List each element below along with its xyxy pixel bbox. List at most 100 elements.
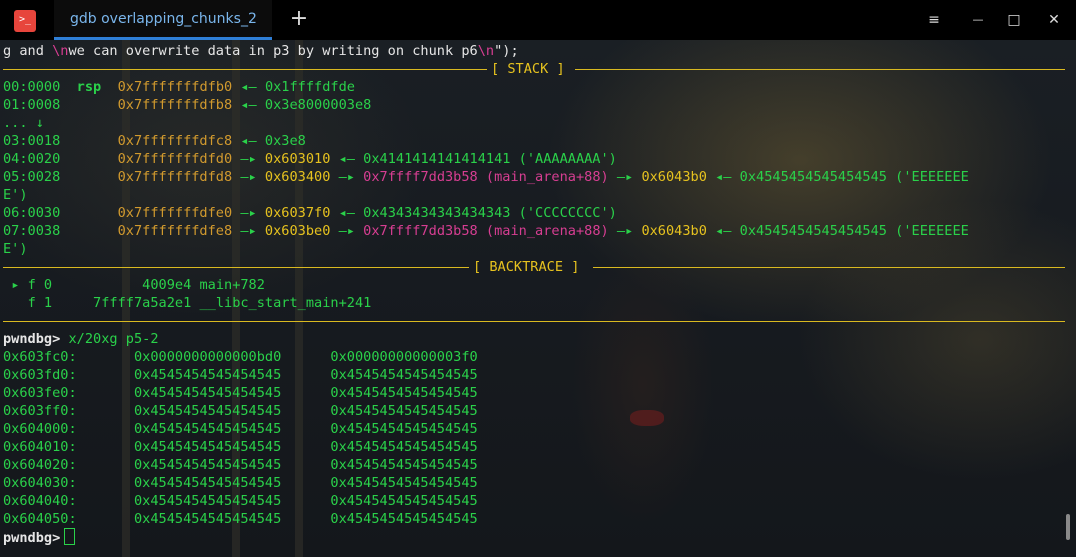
memory-qword: 0x4545454545454545 bbox=[330, 367, 478, 383]
memory-qword: 0x0000000000000bd0 bbox=[133, 349, 282, 365]
arrow-icon: ◂— bbox=[240, 133, 257, 149]
stack-address: 0x7fffffffdfc8 bbox=[117, 133, 233, 149]
source-text: we can overwrite data in p3 by writing o… bbox=[68, 43, 478, 59]
memory-qword: 0x4545454545454545 bbox=[330, 439, 478, 455]
active-tab-indicator bbox=[54, 37, 272, 40]
libc-pointer: 0x7ffff7dd3b58 bbox=[363, 169, 478, 185]
stack-index: 05:0028 bbox=[3, 169, 61, 185]
stack-row: 05:0028 0x7fffffffdfd8 —▸ 0x603400 —▸ 0x… bbox=[3, 168, 969, 186]
memory-address: 0x603fe0: bbox=[3, 385, 77, 401]
symbol-name: (main_arena+88) bbox=[485, 223, 609, 239]
memory-address: 0x603fd0: bbox=[3, 367, 77, 383]
stack-index: 01:0008 bbox=[3, 97, 61, 113]
memory-address: 0x604030: bbox=[3, 475, 77, 491]
stack-address: 0x7fffffffdfe8 bbox=[117, 223, 233, 239]
escape-sequence: \n bbox=[52, 43, 69, 59]
pwndbg-prompt: pwndbg> bbox=[3, 530, 61, 546]
arrow-icon: —▸ bbox=[240, 205, 257, 221]
backtrace-header: [ BACKTRACE ] bbox=[473, 259, 580, 275]
memory-qword: 0x4545454545454545 bbox=[133, 403, 282, 419]
stack-value: 0x4141414141414141 ('AAAAAAAA') bbox=[363, 151, 617, 167]
memory-qword: 0x4545454545454545 bbox=[330, 457, 478, 473]
source-text: g and bbox=[3, 43, 53, 59]
frame-address: 7ffff7a5a2e1 bbox=[93, 295, 192, 311]
memory-qword: 0x4545454545454545 bbox=[330, 475, 478, 491]
escape-sequence: \n bbox=[477, 43, 495, 59]
source-line: g and \nwe can overwrite data in p3 by w… bbox=[3, 42, 519, 60]
context-end-rule bbox=[3, 321, 1065, 322]
arrow-icon: —▸ bbox=[338, 223, 355, 239]
stack-value: 0x4343434343434343 ('CCCCCCCC') bbox=[363, 205, 617, 221]
arrow-icon: ◂— bbox=[338, 205, 355, 221]
heap-pointer: 0x603010 bbox=[264, 151, 331, 167]
memory-qword: 0x4545454545454545 bbox=[133, 475, 282, 491]
memory-qword: 0x4545454545454545 bbox=[133, 367, 282, 383]
heap-pointer: 0x603be0 bbox=[264, 223, 331, 239]
libc-pointer: 0x7ffff7dd3b58 bbox=[363, 223, 478, 239]
tab-gdb-overlapping-chunks[interactable]: gdb overlapping_chunks_2 bbox=[54, 0, 272, 40]
frame-symbol: main+782 bbox=[199, 277, 265, 293]
new-tab-button[interactable]: + bbox=[289, 8, 309, 32]
memory-row: 0x604000: 0x4545454545454545 0x454545454… bbox=[3, 420, 478, 438]
memory-address: 0x603fc0: bbox=[3, 349, 77, 365]
stack-value: 0x1ffffdfde bbox=[264, 79, 355, 95]
heap-pointer: 0x603400 bbox=[264, 169, 331, 185]
menu-button[interactable]: ≡ bbox=[924, 10, 944, 30]
frame-label: f 1 bbox=[27, 295, 53, 311]
frame-label: f 0 bbox=[27, 277, 53, 293]
memory-row: 0x604040: 0x4545454545454545 0x454545454… bbox=[3, 492, 478, 510]
stack-row: 00:0000 rsp 0x7fffffffdfb0 ◂— 0x1ffffdfd… bbox=[3, 78, 355, 96]
stack-index: 06:0030 bbox=[3, 205, 61, 221]
stack-skip-row: ... ↓ bbox=[3, 115, 44, 131]
memory-row: 0x604020: 0x4545454545454545 0x454545454… bbox=[3, 456, 478, 474]
stack-address: 0x7fffffffdfb8 bbox=[117, 97, 233, 113]
maximize-button[interactable]: □ bbox=[1004, 10, 1024, 30]
frame-symbol: __libc_start_main+241 bbox=[199, 295, 372, 311]
heap-pointer: 0x6037f0 bbox=[264, 205, 331, 221]
memory-qword: 0x4545454545454545 bbox=[133, 421, 282, 437]
close-button[interactable]: ✕ bbox=[1044, 10, 1064, 30]
memory-qword: 0x4545454545454545 bbox=[133, 511, 282, 527]
stack-header-rule bbox=[3, 69, 487, 70]
arrow-icon: ◂— bbox=[715, 223, 732, 239]
memory-row: 0x603fc0: 0x0000000000000bd0 0x000000000… bbox=[3, 348, 478, 366]
stack-row: 07:0038 0x7fffffffdfe8 —▸ 0x603be0 —▸ 0x… bbox=[3, 222, 969, 240]
terminal-scrollbar[interactable] bbox=[1066, 514, 1070, 540]
stack-value: 0x3e8000003e8 bbox=[264, 97, 372, 113]
arrow-icon: —▸ bbox=[616, 169, 634, 185]
frame-address: 4009e4 bbox=[142, 277, 192, 293]
minimize-button[interactable]: — bbox=[968, 10, 988, 30]
command-line: pwndbg> x/20xg p5-2 bbox=[3, 330, 159, 348]
memory-qword: 0x4545454545454545 bbox=[133, 493, 282, 509]
terminal-app-icon: >_ bbox=[14, 10, 36, 32]
stack-row: 01:0008 0x7fffffffdfb8 ◂— 0x3e8000003e8 bbox=[3, 96, 371, 114]
memory-qword: 0x4545454545454545 bbox=[330, 511, 478, 527]
stack-value: 0x4545454545454545 ('EEEEEEE bbox=[739, 169, 969, 185]
backtrace-header-rule bbox=[3, 267, 469, 268]
stack-row-continuation: E') bbox=[3, 241, 28, 257]
text-cursor[interactable] bbox=[64, 528, 76, 545]
stack-header: [ STACK ] bbox=[491, 61, 565, 77]
memory-address: 0x603ff0: bbox=[3, 403, 77, 419]
memory-qword: 0x00000000000003f0 bbox=[330, 349, 478, 365]
stack-index: 03:0018 bbox=[3, 133, 61, 149]
terminal-output[interactable]: g and \nwe can overwrite data in p3 by w… bbox=[3, 41, 1069, 555]
memory-address: 0x604050: bbox=[3, 511, 77, 527]
stack-row: 06:0030 0x7fffffffdfe0 —▸ 0x6037f0 ◂— 0x… bbox=[3, 204, 617, 222]
current-frame-marker-icon: ▸ bbox=[11, 277, 20, 293]
memory-qword: 0x4545454545454545 bbox=[133, 385, 282, 401]
stack-value: 0x4545454545454545 ('EEEEEEE bbox=[739, 223, 969, 239]
memory-row: 0x604030: 0x4545454545454545 0x454545454… bbox=[3, 474, 478, 492]
stack-address: 0x7fffffffdfe0 bbox=[117, 205, 233, 221]
title-bar: >_ gdb overlapping_chunks_2 + ≡ — □ ✕ bbox=[0, 0, 1076, 40]
memory-qword: 0x4545454545454545 bbox=[330, 385, 478, 401]
stack-value: 0x3e8 bbox=[264, 133, 306, 149]
stack-index: 00:0000 bbox=[3, 79, 61, 95]
stack-header-rule bbox=[575, 69, 1065, 70]
prompt-line[interactable]: pwndbg> bbox=[3, 528, 76, 546]
memory-address: 0x604010: bbox=[3, 439, 77, 455]
memory-row: 0x604050: 0x4545454545454545 0x454545454… bbox=[3, 510, 478, 528]
memory-row: 0x603fd0: 0x4545454545454545 0x454545454… bbox=[3, 366, 478, 384]
memory-qword: 0x4545454545454545 bbox=[330, 421, 478, 437]
backtrace-header-rule bbox=[593, 267, 1065, 268]
